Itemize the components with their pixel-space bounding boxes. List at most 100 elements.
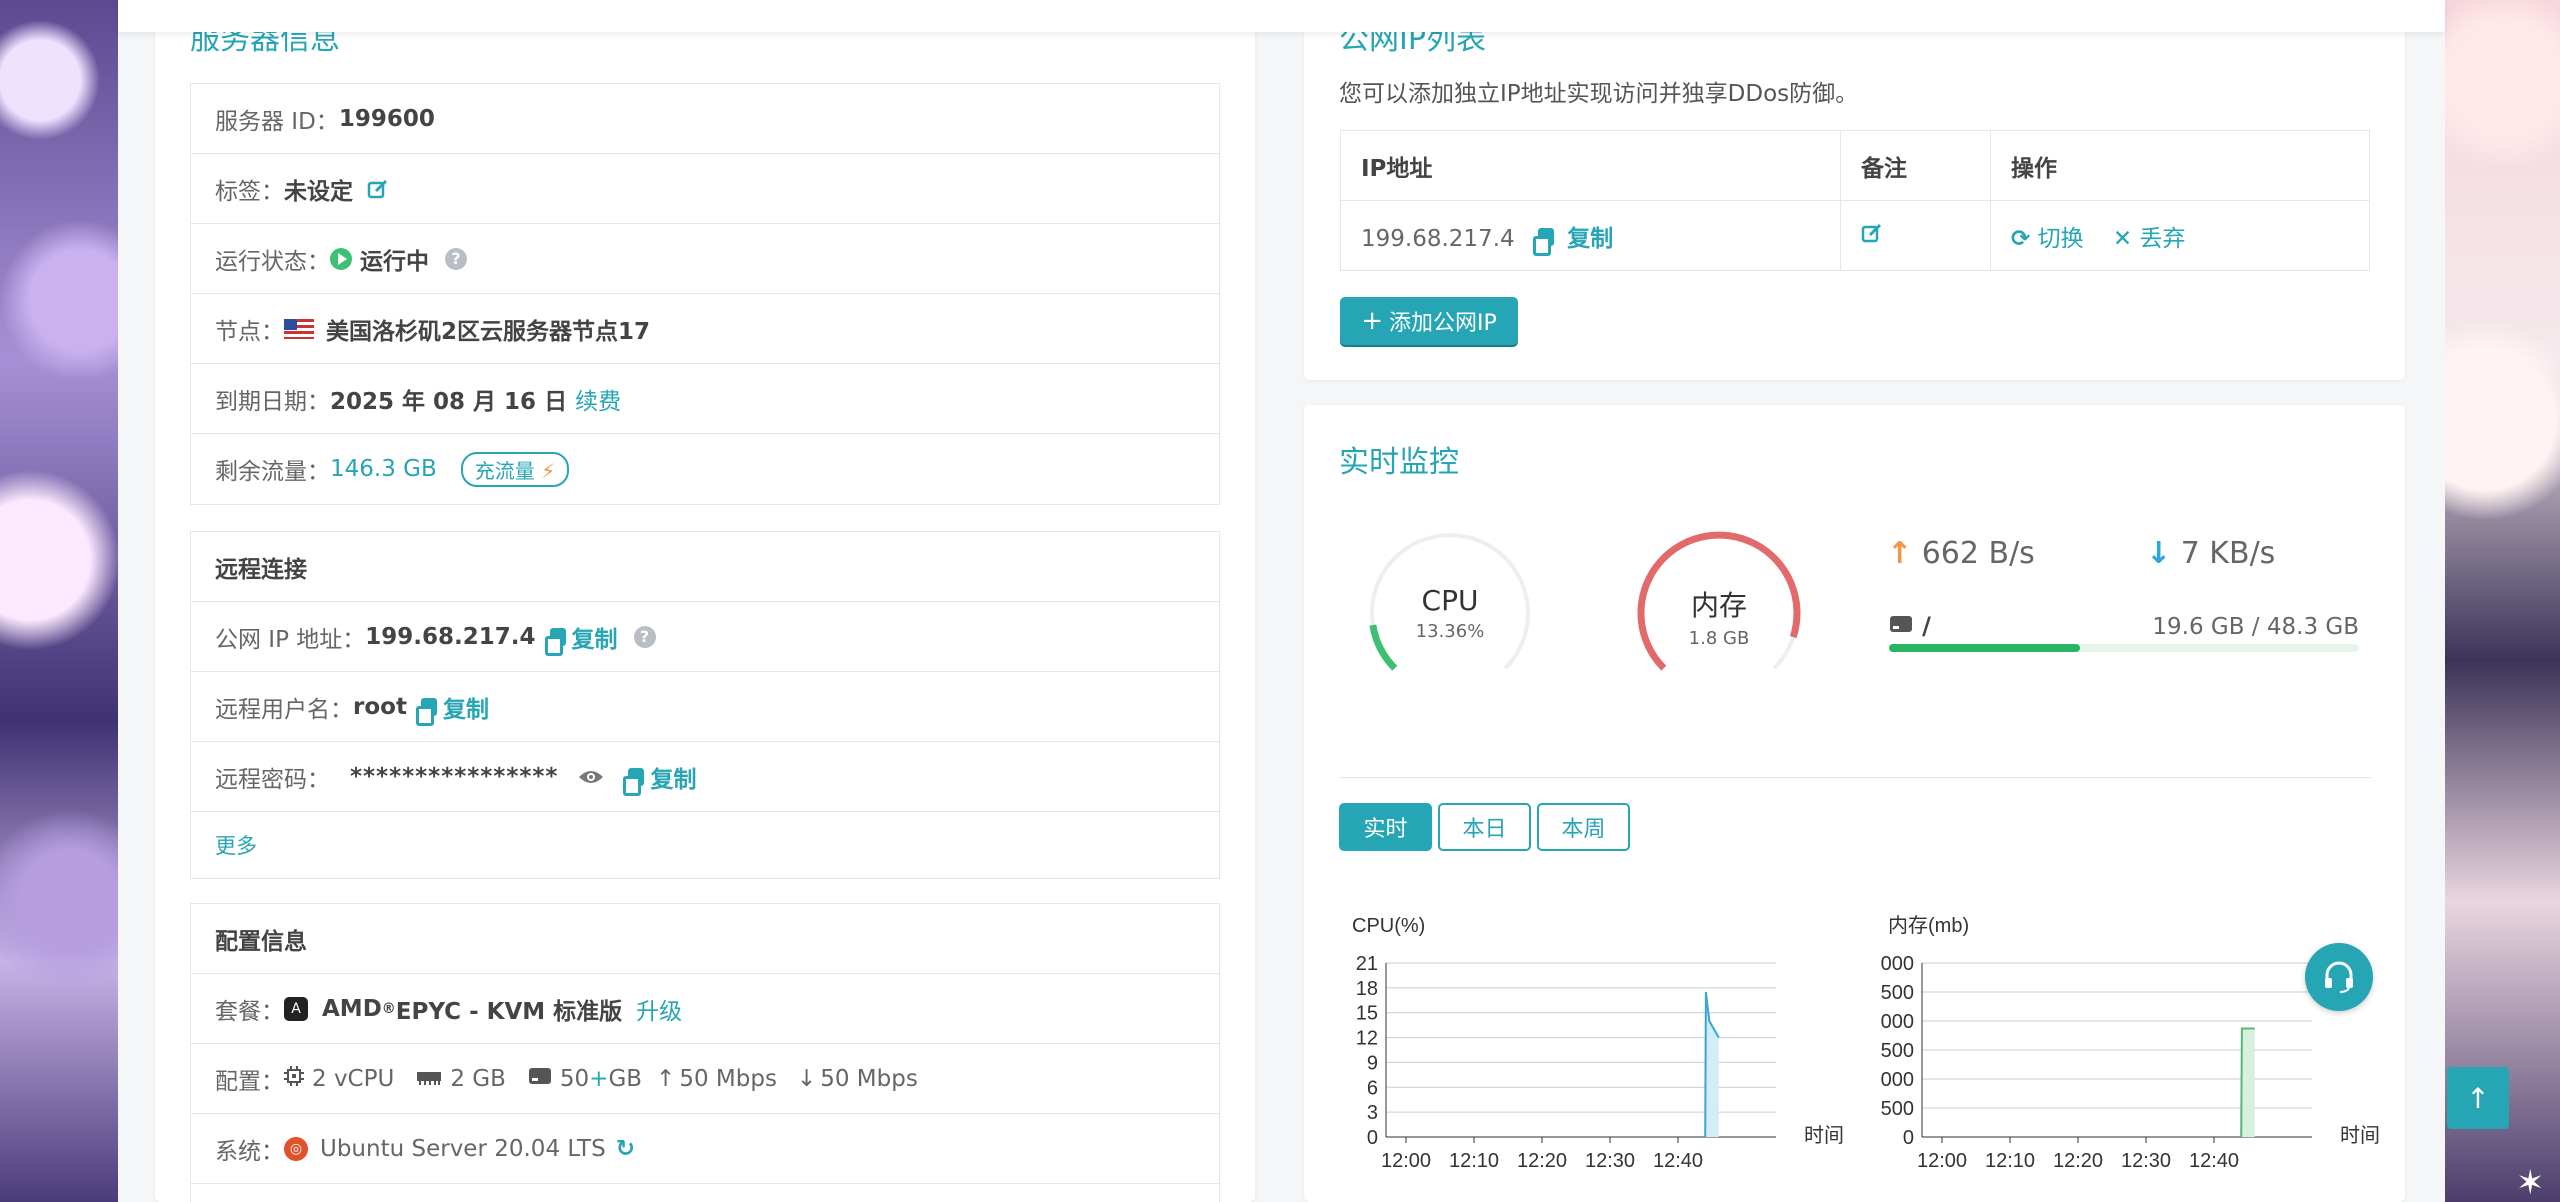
copy-icon[interactable] (1532, 227, 1554, 256)
more-link[interactable]: 更多 (191, 812, 1219, 878)
tag-row: 标签： 未设定 (191, 154, 1219, 224)
y-tick-label: 0 (1903, 1127, 1914, 1149)
copy-icon[interactable] (415, 697, 437, 726)
package-row: 套餐： A AMD ® EPYC - KVM 标准版 升级 (191, 974, 1219, 1044)
x-axis-label: 时间 (1804, 1124, 1844, 1147)
y-tick-label: 21 (1356, 953, 1378, 975)
status-help-icon[interactable]: ? (445, 247, 467, 270)
add-public-ip-label: 添加公网IP (1389, 311, 1497, 336)
tab-today[interactable]: 本日 (1438, 803, 1531, 851)
y-tick-label: 000 (1881, 1069, 1914, 1091)
running-status-icon (330, 247, 352, 270)
ram-spec: 2 GB (450, 1065, 506, 1092)
col-actions: 操作 (1990, 130, 2370, 201)
monitor-divider (1339, 777, 2371, 778)
monitor-title: 实时监控 (1339, 445, 1459, 480)
background-artwork-right (2445, 0, 2560, 1202)
y-tick-label: 12 (1356, 1028, 1378, 1050)
expiry-row: 到期日期： 2025 年 08 月 16 日 续费 (191, 364, 1219, 434)
copy-icon[interactable] (544, 627, 566, 656)
disk-expand-plus[interactable]: + (589, 1066, 608, 1092)
memory-gauge-label: 内存 1.8 GB (1639, 584, 1799, 649)
memory-icon (416, 1066, 442, 1092)
config-next-row (191, 1184, 1219, 1202)
memory-chart: 内存(mb) 0 500 000 500 000 500 000 12:00 12:10 12:20… (1881, 914, 2380, 1170)
x-tick-label: 12:40 (2189, 1150, 2239, 1170)
copy-ip-button[interactable]: 复制 (572, 620, 618, 654)
edit-tag-icon[interactable] (367, 178, 389, 200)
copy-password-button[interactable]: 复制 (650, 760, 696, 794)
node-label: 节点： (215, 318, 284, 345)
y-tick-label: 500 (1881, 1040, 1914, 1062)
customer-support-button[interactable] (2305, 943, 2373, 1011)
discard-ip-button[interactable]: 丢弃 (2140, 226, 2186, 252)
copy-ip-button[interactable]: 复制 (1567, 226, 1613, 252)
series-area (2241, 1028, 2255, 1137)
reinstall-icon[interactable]: ↻ (616, 1136, 635, 1162)
us-flag-icon (284, 318, 314, 339)
recharge-traffic-button[interactable]: 充流量 ⚡ (460, 451, 570, 487)
cpu-gauge-name: CPU (1421, 584, 1479, 617)
y-tick-label: 15 (1356, 1003, 1378, 1025)
eye-icon[interactable] (578, 768, 604, 786)
back-to-top-button[interactable]: ↑ (2447, 1067, 2509, 1129)
y-tick-label: 3 (1367, 1102, 1378, 1124)
ip-help-icon[interactable]: ? (633, 625, 656, 648)
package-value: EPYC - KVM 标准版 (395, 998, 623, 1025)
y-tick-label: 9 (1367, 1052, 1378, 1074)
node-row: 节点： 美国洛杉矶2区云服务器节点17 (191, 294, 1219, 364)
disk-spec: 50 (559, 1065, 590, 1092)
username-label: 远程用户名： (215, 696, 353, 723)
close-icon[interactable]: ✕ (2113, 226, 2132, 252)
cpu-gauge-label: CPU 13.36% (1370, 584, 1530, 642)
y-tick-label: 6 (1367, 1077, 1378, 1099)
expiry-value: 2025 年 08 月 16 日 (330, 388, 568, 415)
node-value: 美国洛杉矶2区云服务器节点17 (326, 318, 651, 345)
status-label: 运行状态： (215, 248, 330, 275)
basic-info-box: 服务器 ID： 199600 标签： 未设定 运行状态： 运行中 ? 节点： 美… (190, 83, 1220, 505)
x-tick-label: 12:20 (1517, 1150, 1567, 1170)
actions-cell: ⟳ 切换 ✕ 丢弃 (1990, 200, 2370, 271)
spec-row: 配置： 2 vCPU 2 GB 50 + GB ↑ 50 Mbps ↓ 50 M… (191, 1044, 1219, 1114)
series-area (1705, 992, 1719, 1137)
registered-mark: ® (381, 1000, 396, 1017)
hard-drive-icon (1889, 616, 1918, 638)
table-row: 199.68.217.4 复制 ⟳ 切换 ✕ 丢弃 (1340, 200, 2370, 271)
tab-realtime[interactable]: 实时 (1339, 803, 1432, 851)
cpu-spec: 2 vCPU (312, 1065, 395, 1092)
os-value: Ubuntu Server 20.04 LTS (320, 1135, 606, 1162)
os-row: 系统： ◎ Ubuntu Server 20.04 LTS ↻ (191, 1114, 1219, 1184)
download-arrow-icon: ↓ (2146, 536, 2172, 571)
traffic-label: 剩余流量： (215, 459, 330, 485)
cpu-gauge-value: 13.36% (1415, 621, 1485, 642)
upgrade-link[interactable]: 升级 (636, 992, 682, 1026)
chart-title: 内存(mb) (1888, 914, 1969, 937)
edit-remark-icon[interactable] (1861, 223, 1883, 250)
status-row: 运行状态： 运行中 ? (191, 224, 1219, 294)
refresh-icon[interactable]: ⟳ (2011, 226, 2030, 252)
disk-icon (528, 1066, 552, 1092)
config-header: 配置信息 (191, 904, 1219, 974)
x-tick-label: 12:40 (1653, 1150, 1703, 1170)
traffic-row: 剩余流量： 146.3 GB 充流量 ⚡ (191, 434, 1219, 504)
ip-cell: 199.68.217.4 复制 (1340, 200, 1841, 271)
server-id-label: 服务器 ID： (215, 108, 339, 135)
add-public-ip-button[interactable]: + 添加公网IP (1340, 297, 1518, 345)
disk-progress-fill (1889, 644, 2080, 652)
remark-cell (1840, 200, 1991, 271)
spec-label: 配置： (215, 1068, 284, 1095)
disk-unit: GB (608, 1065, 643, 1092)
package-vendor: AMD (322, 995, 382, 1022)
public-ip-label: 公网 IP 地址： (215, 626, 366, 653)
copy-username-button[interactable]: 复制 (443, 690, 489, 724)
y-tick-label: 000 (1881, 953, 1914, 975)
x-tick-label: 12:00 (1917, 1150, 1967, 1170)
cpu-icon (284, 1065, 304, 1092)
copy-icon[interactable] (623, 767, 645, 796)
switch-ip-button[interactable]: 切换 (2038, 226, 2084, 252)
upload-spec: 50 Mbps (679, 1065, 777, 1092)
tab-week[interactable]: 本周 (1537, 803, 1630, 851)
download-rate: ↓ 7 KB/s (2146, 536, 2275, 571)
x-tick-label: 12:30 (2121, 1150, 2171, 1170)
renew-link[interactable]: 续费 (575, 382, 621, 416)
